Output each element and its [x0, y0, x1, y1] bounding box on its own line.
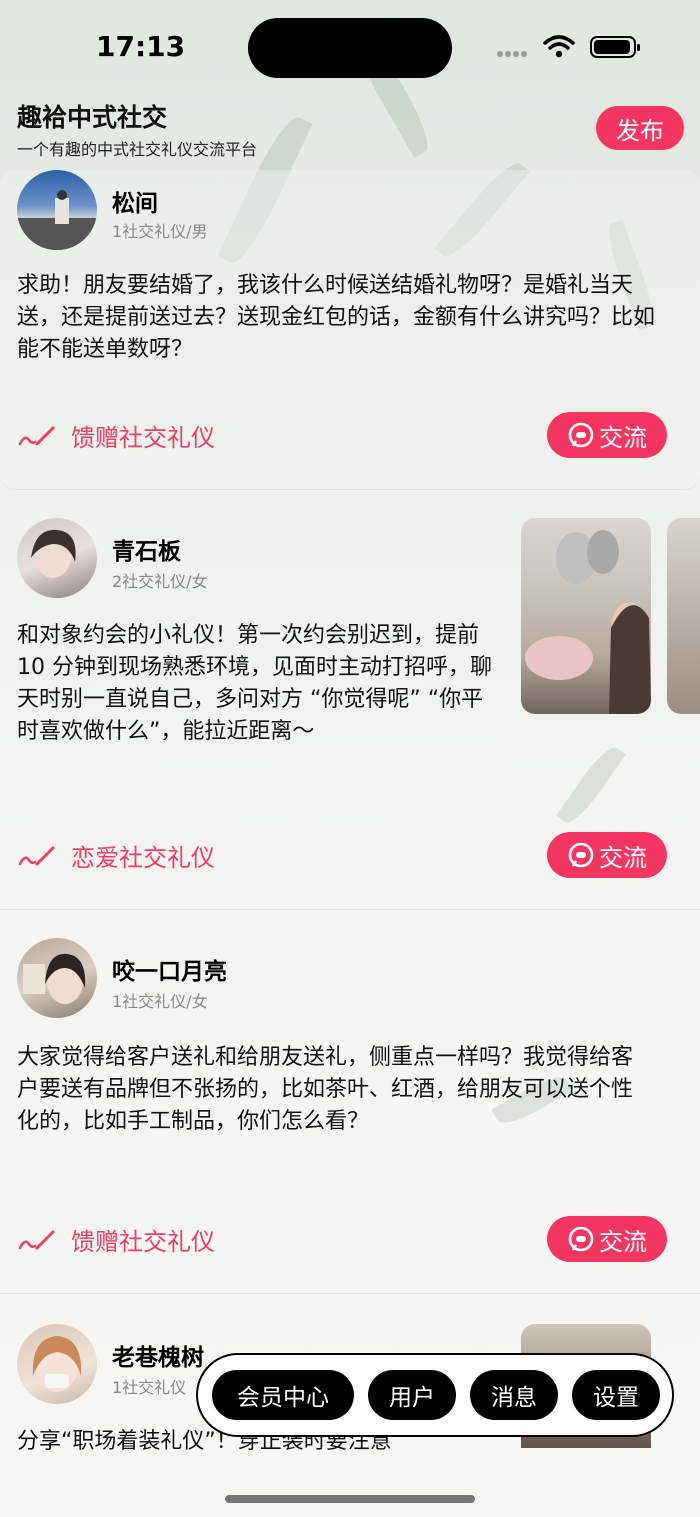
- avatar[interactable]: [17, 170, 97, 250]
- status-time: 17:13: [96, 30, 186, 63]
- chat-button-label: 交流: [599, 1228, 647, 1256]
- post-card[interactable]: 咬一口月亮 1社交礼仪/女 大家觉得给客户送礼和给朋友送礼，侧重点一样吗？我觉得…: [0, 910, 700, 1294]
- dynamic-island: [248, 18, 452, 78]
- post-category[interactable]: 恋爱社交礼仪: [17, 838, 215, 873]
- post-category[interactable]: 馈赠社交礼仪: [17, 1222, 215, 1257]
- chat-bubble-icon: [568, 422, 594, 448]
- chat-button-label: 交流: [599, 424, 647, 452]
- cellular-signal-icon: [497, 42, 529, 61]
- chat-button[interactable]: 交流: [547, 832, 667, 878]
- post-author-meta: 2社交礼仪/女: [112, 572, 208, 591]
- avatar[interactable]: [17, 1324, 97, 1404]
- pen-icon: [18, 426, 55, 445]
- pen-icon: [18, 846, 55, 865]
- pen-icon: [18, 1230, 55, 1249]
- chat-bubble-icon: [568, 1226, 594, 1252]
- post-category[interactable]: 馈赠社交礼仪: [17, 418, 215, 453]
- tab-member-center[interactable]: 会员中心: [212, 1370, 354, 1420]
- post-author-meta: 1社交礼仪/女: [112, 992, 208, 1011]
- app-title: 趣袷中式社交: [17, 103, 168, 132]
- avatar[interactable]: [17, 518, 97, 598]
- post-author-name[interactable]: 松间: [112, 184, 158, 218]
- post-author-name[interactable]: 青石板: [112, 532, 181, 566]
- post-content[interactable]: 大家觉得给客户送礼和给朋友送礼，侧重点一样吗？我觉得给客户要送有品牌但不张扬的，…: [17, 1042, 647, 1138]
- app-subtitle: 一个有趣的中式社交礼仪交流平台: [17, 140, 258, 159]
- chat-button[interactable]: 交流: [547, 412, 667, 458]
- post-author-name[interactable]: 咬一口月亮: [112, 952, 227, 986]
- wifi-icon: [543, 35, 575, 58]
- post-author-meta: 1社交礼仪/男: [112, 222, 208, 241]
- battery-icon: [590, 36, 640, 58]
- tab-users[interactable]: 用户: [368, 1370, 456, 1420]
- status-bar: 17:13: [0, 0, 700, 90]
- post-author-name[interactable]: 老巷槐树: [112, 1338, 204, 1372]
- post-category-label: 恋爱社交礼仪: [71, 844, 215, 872]
- home-indicator[interactable]: [225, 1495, 475, 1503]
- chat-button-label: 交流: [599, 844, 647, 872]
- post-image[interactable]: [667, 518, 700, 714]
- tab-settings[interactable]: 设置: [572, 1370, 660, 1420]
- post-card[interactable]: 青石板 2社交礼仪/女 和对象约会的小礼仪！第一次约会别迟到，提前 10 分钟到…: [0, 490, 700, 910]
- post-card[interactable]: 松间 1社交礼仪/男 求助！朋友要结婚了，我该什么时候送结婚礼物呀？是婚礼当天送…: [0, 170, 700, 490]
- app-header: 趣袷中式社交 一个有趣的中式社交礼仪交流平台 发布: [0, 92, 700, 172]
- post-feed: 松间 1社交礼仪/男 求助！朋友要结婚了，我该什么时候送结婚礼物呀？是婚礼当天送…: [0, 170, 700, 1454]
- post-content[interactable]: 和对象约会的小礼仪！第一次约会别迟到，提前 10 分钟到现场熟悉环境，见面时主动…: [17, 620, 497, 748]
- post-category-label: 馈赠社交礼仪: [71, 424, 215, 452]
- tab-messages[interactable]: 消息: [470, 1370, 558, 1420]
- chat-bubble-icon: [568, 842, 594, 868]
- bottom-tab-bar: 会员中心 用户 消息 设置: [196, 1353, 674, 1437]
- post-content[interactable]: 求助！朋友要结婚了，我该什么时候送结婚礼物呀？是婚礼当天送，还是提前送过去？送现…: [17, 270, 667, 366]
- post-author-meta: 1社交礼仪: [112, 1378, 187, 1397]
- post-category-label: 馈赠社交礼仪: [71, 1228, 215, 1256]
- publish-button[interactable]: 发布: [596, 106, 684, 150]
- chat-button[interactable]: 交流: [547, 1216, 667, 1262]
- avatar[interactable]: [17, 938, 97, 1018]
- post-image[interactable]: [521, 518, 651, 714]
